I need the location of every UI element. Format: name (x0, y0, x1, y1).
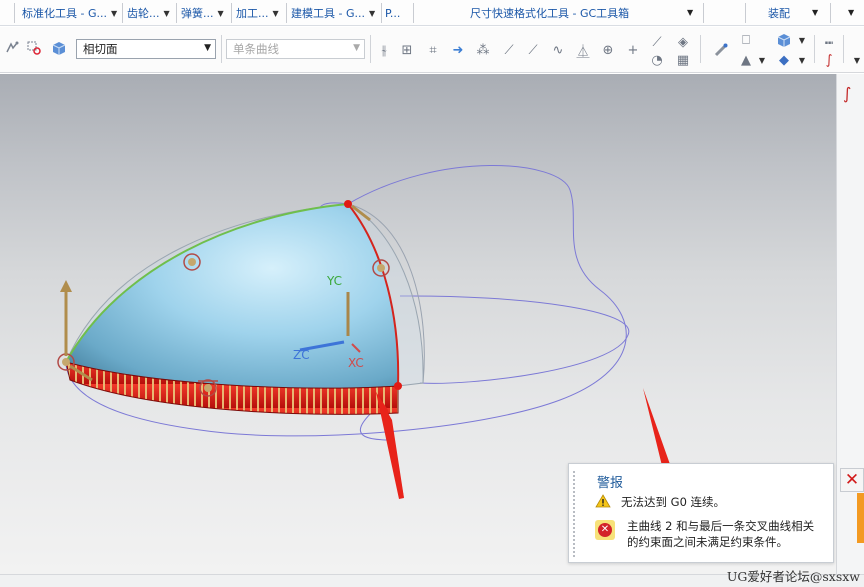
warning-message: 无法达到 G0 连续。 (595, 494, 725, 510)
close-alert-button[interactable]: ✕ (840, 468, 864, 492)
line-endpoint-icon[interactable]: ⟋ (500, 41, 518, 59)
chevron-down-icon[interactable]: ▼ (848, 8, 854, 17)
bounded-grid-icon[interactable]: ◈ (674, 33, 692, 51)
view-cube-icon[interactable] (775, 31, 793, 49)
spline-icon[interactable]: ∫ (843, 84, 851, 103)
chevron-down-icon[interactable]: ▼ (812, 8, 818, 17)
alert-title: 警报 (597, 476, 624, 491)
constraint-face-value: 相切面 (83, 42, 118, 56)
tab-separator (122, 3, 123, 23)
tab-spring[interactable]: 弹簧... ▼ (181, 0, 224, 26)
main-toolbar: 相切面 ▼ 单条曲线 ▼ ⫳ ⊞ ⌗ ➜ ⁂ ⟋ ⟋ ∿ ⏅ ⊕ + ⟋ ◔ ◈… (0, 27, 864, 73)
zc-axis-label: ZC (293, 348, 310, 362)
point-select-icon[interactable] (25, 39, 43, 57)
chevron-down-icon[interactable]: ▼ (111, 9, 117, 18)
curve-point-icon[interactable]: ∿ (549, 41, 567, 59)
tab-dimension-format[interactable]: 尺寸快速格式化工具 - GC工具箱 (470, 0, 629, 26)
toolbar-tab-strip: 标准化工具 - G... ▼ 齿轮... ▼ 弹簧... ▼ 加工... ▼ 建… (0, 0, 864, 26)
close-icon: ✕ (844, 470, 860, 490)
error-text-line: 主曲线 2 和与最后一条交叉曲线相关 (627, 519, 815, 533)
tab-separator (703, 3, 704, 23)
corner-point[interactable] (394, 382, 402, 390)
tab-label: 齿轮... (127, 7, 160, 20)
side-tab-marker (857, 493, 864, 543)
chevron-down-icon[interactable]: ▼ (753, 51, 771, 69)
arc-center-icon[interactable]: ⊕ (599, 41, 617, 59)
tab-gear[interactable]: 齿轮... ▼ (127, 0, 170, 26)
shading-icon[interactable]: ◆ (775, 51, 793, 69)
view-orient-icon[interactable]: ⎕ (737, 31, 755, 49)
chevron-down-icon[interactable]: ▼ (687, 8, 693, 17)
chevron-down-icon[interactable]: ▼ (204, 43, 211, 53)
face-point-icon[interactable]: ⟋ (648, 33, 666, 51)
error-icon: ✕ (595, 520, 615, 540)
tab-label: 尺寸快速格式化工具 - GC工具箱 (470, 7, 630, 20)
error-message: ✕ 主曲线 2 和与最后一条交叉曲线相关 的约束面之间未满足约束条件。 (595, 518, 814, 550)
chevron-down-icon[interactable]: ▼ (218, 9, 224, 18)
tab-separator (830, 3, 831, 23)
tab-modeling-tools[interactable]: 建模工具 - G... ▼ (291, 0, 375, 26)
solid-body-icon[interactable] (50, 39, 68, 57)
arrow-right-icon[interactable]: ➜ (449, 41, 467, 59)
chevron-down-icon[interactable]: ▼ (793, 31, 811, 49)
tab-separator (286, 3, 287, 23)
tab-assembly[interactable]: 装配 (768, 0, 790, 26)
tab-label: 加工... (236, 7, 269, 20)
tab-p[interactable]: P... (385, 0, 400, 26)
toolbar-divider (370, 35, 371, 63)
tab-separator (745, 3, 746, 23)
tab-label: 装配 (768, 7, 790, 20)
error-text-line: 的约束面之间未满足约束条件。 (627, 535, 788, 549)
intersection-curve-icon[interactable]: ⫳ (375, 41, 393, 59)
chevron-down-icon[interactable]: ▼ (369, 9, 375, 18)
line-midpoint-icon[interactable]: ⟋ (524, 41, 542, 59)
yc-axis-label: YC (327, 274, 343, 288)
tab-machining[interactable]: 加工... ▼ (236, 0, 279, 26)
warning-text: 无法达到 G0 连续。 (621, 495, 726, 509)
toolbar-divider (843, 35, 844, 63)
curve-rule-select: 单条曲线 ▼ (226, 39, 365, 59)
tab-label: 弹簧... (181, 7, 214, 20)
forum-watermark: UG爱好者论坛@sxsxw (726, 569, 860, 584)
toolbar-divider (814, 35, 815, 63)
tab-label: 标准化工具 - G... (22, 7, 107, 20)
warning-icon (595, 494, 611, 508)
spline-icon[interactable]: ∫ (820, 51, 838, 69)
tab-separator (231, 3, 232, 23)
chevron-down-icon[interactable]: ▼ (848, 51, 864, 69)
alert-panel: 警报 无法达到 G0 连续。 ✕ 主曲线 2 和与最后一条交叉曲线相关 的约束面… (568, 463, 834, 563)
measure-tool-icon[interactable] (712, 41, 730, 59)
quadrant-point-icon[interactable]: ◔ (648, 51, 666, 69)
existing-point-icon[interactable]: + (624, 41, 642, 59)
chevron-down-icon[interactable]: ▼ (793, 51, 811, 69)
tab-separator (413, 3, 414, 23)
tab-separator (14, 3, 15, 23)
tab-label: 建模工具 - G... (291, 7, 365, 20)
curve-tool-icon[interactable] (4, 39, 22, 57)
curve-rule-placeholder: 单条曲线 (233, 42, 279, 56)
drag-grip[interactable] (572, 470, 576, 558)
toolbar-divider (221, 35, 222, 63)
chevron-down-icon[interactable]: ▼ (273, 9, 279, 18)
assembly-tree-icon[interactable]: ⊞ (398, 41, 416, 59)
intersection-point-icon[interactable]: ⏅ (574, 41, 592, 60)
tab-standard-tools[interactable]: 标准化工具 - G... ▼ (22, 0, 117, 26)
tab-label: P... (385, 6, 401, 20)
guide-curve (399, 295, 630, 384)
constraint-face-select[interactable]: 相切面 ▼ (76, 39, 216, 59)
chevron-down-icon[interactable]: ▼ (164, 9, 170, 18)
parenthesis-icon[interactable]: ⑉ (820, 31, 838, 49)
tab-separator (176, 3, 177, 23)
snap-points-icon[interactable]: ⁂ (474, 41, 492, 59)
camera-icon[interactable]: ⌗ (424, 41, 442, 59)
grid-point-icon[interactable]: ▦ (674, 51, 692, 69)
xc-axis-label: XC (348, 356, 364, 370)
chevron-down-icon: ▼ (353, 43, 360, 53)
toolbar-divider (700, 35, 701, 63)
tab-separator (381, 3, 382, 23)
